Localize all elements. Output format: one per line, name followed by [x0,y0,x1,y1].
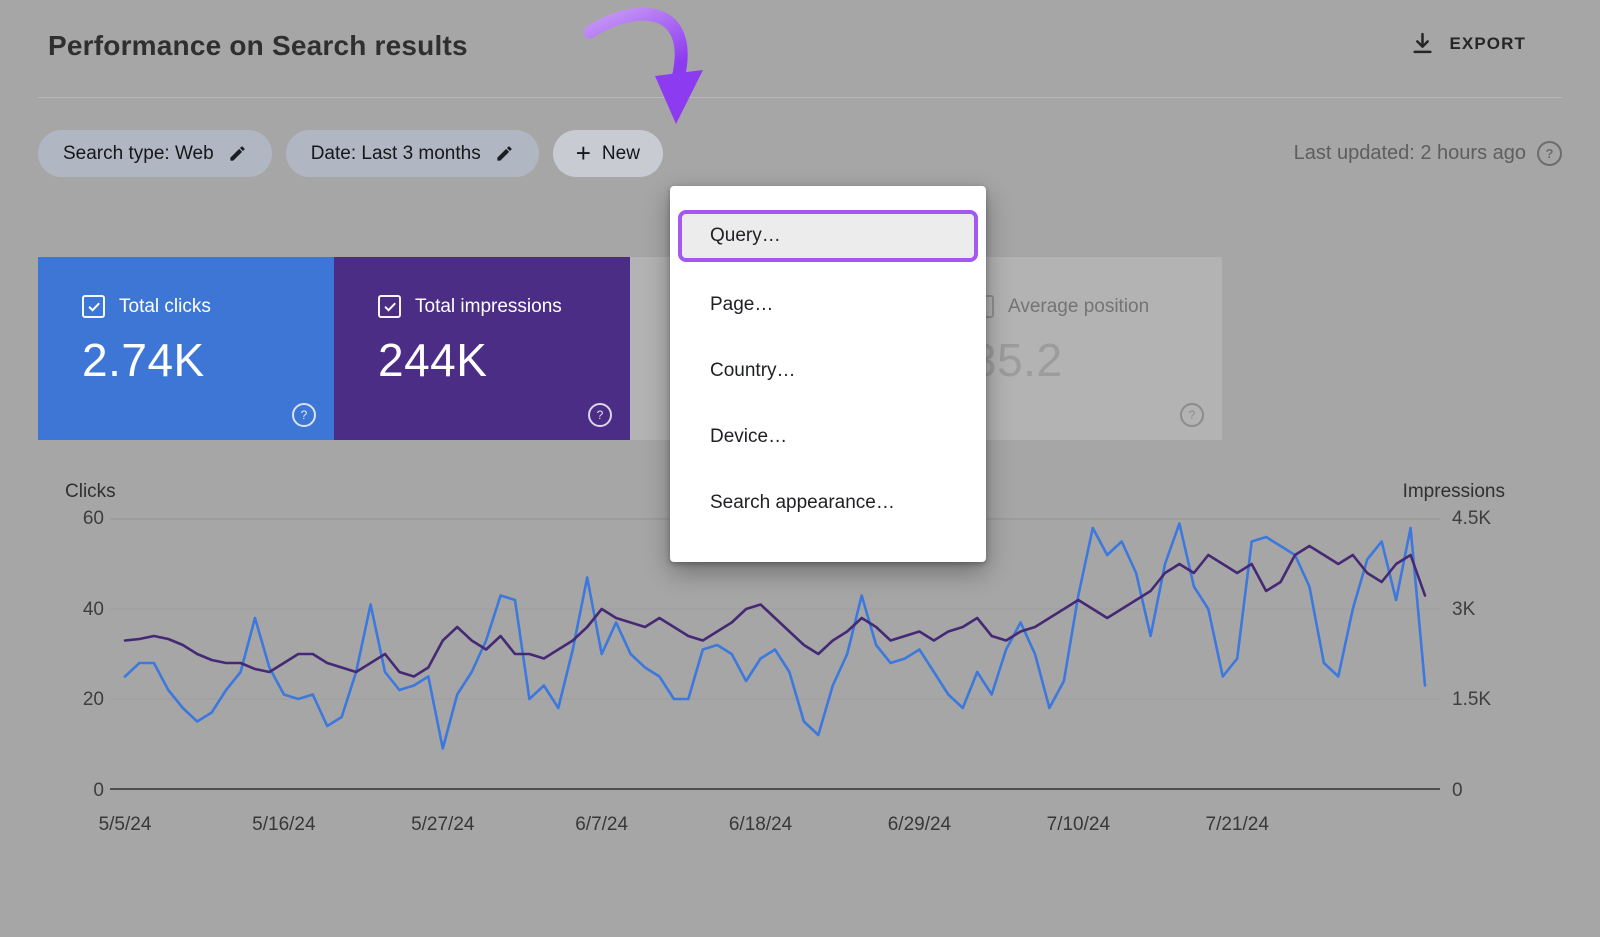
curved-arrow-icon [545,0,745,140]
y-tick-label: 60 [38,508,104,530]
pencil-icon [228,144,247,163]
menu-item-page[interactable]: Page… [670,272,986,338]
date-filter-label: Date: Last 3 months [311,143,481,165]
pencil-icon [495,144,514,163]
search-type-filter-chip[interactable]: Search type: Web [38,130,272,177]
question-circle-icon[interactable]: ? [1537,141,1562,166]
y-tick-label: 0 [1452,780,1463,802]
y-tick-label: 0 [38,780,104,802]
metric-cards: Total clicks 2.74K ? Total impressions 2… [38,257,1222,440]
menu-item-label: Search appearance… [710,492,895,514]
menu-item-label: Country… [710,360,796,382]
right-axis-title: Impressions [1403,481,1505,503]
download-icon [1410,31,1435,56]
menu-item-label: Device… [710,426,787,448]
menu-item-search-appearance[interactable]: Search appearance… [670,470,986,536]
x-tick-label: 6/7/24 [575,814,628,836]
y-tick-label: 1.5K [1452,689,1491,711]
x-tick-label: 7/21/24 [1206,814,1269,836]
metric-label: Total clicks [119,296,211,318]
date-filter-chip[interactable]: Date: Last 3 months [286,130,539,177]
search-type-label: Search type: Web [63,143,214,165]
metric-label: Total impressions [415,296,562,318]
y-tick-label: 40 [38,599,104,621]
metric-label: Average position [1008,296,1149,318]
new-filter-menu: Query… Page… Country… Device… Search app… [670,186,986,562]
y-tick-label: 4.5K [1452,508,1491,530]
export-button[interactable]: EXPORT [1404,30,1532,57]
left-axis-title: Clicks [65,481,116,503]
new-filter-label: New [602,143,640,165]
x-tick-label: 7/10/24 [1047,814,1110,836]
page-title: Performance on Search results [48,30,468,62]
metric-value: 35.2 [971,333,1202,387]
question-circle-icon[interactable]: ? [588,403,612,427]
x-tick-label: 5/5/24 [99,814,152,836]
checked-checkbox-icon[interactable] [82,295,105,318]
new-filter-button[interactable]: + New [553,130,663,177]
question-circle-icon[interactable]: ? [1180,403,1204,427]
menu-item-device[interactable]: Device… [670,404,986,470]
export-label: EXPORT [1449,34,1526,54]
menu-item-label: Page… [710,294,773,316]
metric-card-total-impressions[interactable]: Total impressions 244K ? [334,257,630,440]
menu-item-country[interactable]: Country… [670,338,986,404]
metric-value: 2.74K [82,333,314,387]
menu-item-label: Query… [710,225,781,247]
search-console-performance-page: Performance on Search results EXPORT Sea… [0,0,1600,937]
header-divider [38,97,1562,98]
question-circle-icon[interactable]: ? [292,403,316,427]
y-tick-label: 3K [1452,599,1475,621]
metric-card-total-clicks[interactable]: Total clicks 2.74K ? [38,257,334,440]
menu-item-query[interactable]: Query… [678,210,978,262]
checked-checkbox-icon[interactable] [378,295,401,318]
x-tick-label: 5/16/24 [252,814,315,836]
x-tick-label: 6/18/24 [729,814,792,836]
x-tick-label: 5/27/24 [411,814,474,836]
x-axis-labels: 5/5/24 5/16/24 5/27/24 6/7/24 6/18/24 6/… [110,814,1440,840]
last-updated: Last updated: 2 hours ago ? [1294,141,1562,166]
metric-value: 244K [378,333,610,387]
last-updated-text: Last updated: 2 hours ago [1294,142,1526,165]
x-tick-label: 6/29/24 [888,814,951,836]
filter-bar: Search type: Web Date: Last 3 months + N… [38,130,663,177]
plus-icon: + [576,140,591,166]
y-tick-label: 20 [38,689,104,711]
